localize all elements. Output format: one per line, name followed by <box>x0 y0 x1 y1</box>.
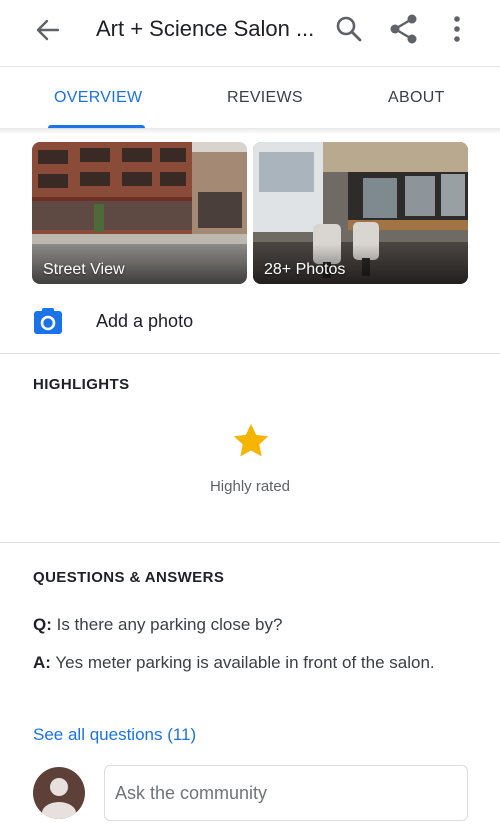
section-divider <box>0 542 500 543</box>
star-icon <box>230 420 272 462</box>
highlights-title: HIGHLIGHTS <box>33 376 130 393</box>
search-icon[interactable] <box>332 12 366 46</box>
tab-reviews[interactable]: REVIEWS <box>227 89 303 107</box>
tab-bar: OVERVIEW REVIEWS ABOUT <box>0 66 500 129</box>
arrow-back-icon[interactable] <box>30 12 66 48</box>
qa-title: QUESTIONS & ANSWERS <box>33 569 225 586</box>
answer-prefix: A: <box>33 653 51 672</box>
tab-about[interactable]: ABOUT <box>388 89 445 107</box>
tab-bar-shadow <box>0 128 500 134</box>
share-icon[interactable] <box>387 12 421 46</box>
person-icon <box>42 778 76 819</box>
street-view-thumbnail[interactable]: Street View <box>32 142 247 284</box>
tab-overview[interactable]: OVERVIEW <box>54 89 142 107</box>
question-body: Is there any parking close by? <box>51 615 283 634</box>
section-divider <box>0 353 500 354</box>
app-bar: Art + Science Salon ... <box>0 0 500 58</box>
add-photo-label: Add a photo <box>96 311 194 331</box>
question-text: Q: Is there any parking close by? <box>33 612 453 637</box>
see-all-questions-link[interactable]: See all questions (11) <box>33 725 196 745</box>
more-vert-icon[interactable] <box>440 12 474 46</box>
add-photo-row[interactable]: Add a photo <box>0 298 500 346</box>
ask-community-input[interactable] <box>104 765 468 821</box>
street-view-caption: Street View <box>43 261 125 278</box>
photos-thumbnail[interactable]: 28+ Photos <box>253 142 468 284</box>
camera-icon <box>34 308 62 334</box>
highlight-label: Highly rated <box>209 478 291 495</box>
question-prefix: Q: <box>33 615 52 634</box>
answer-body: Yes meter parking is available in front … <box>50 653 435 672</box>
answer-text: A: Yes meter parking is available in fro… <box>33 650 453 675</box>
place-title: Art + Science Salon ... <box>96 16 315 41</box>
photos-caption: 28+ Photos <box>264 261 346 278</box>
avatar <box>33 767 85 819</box>
